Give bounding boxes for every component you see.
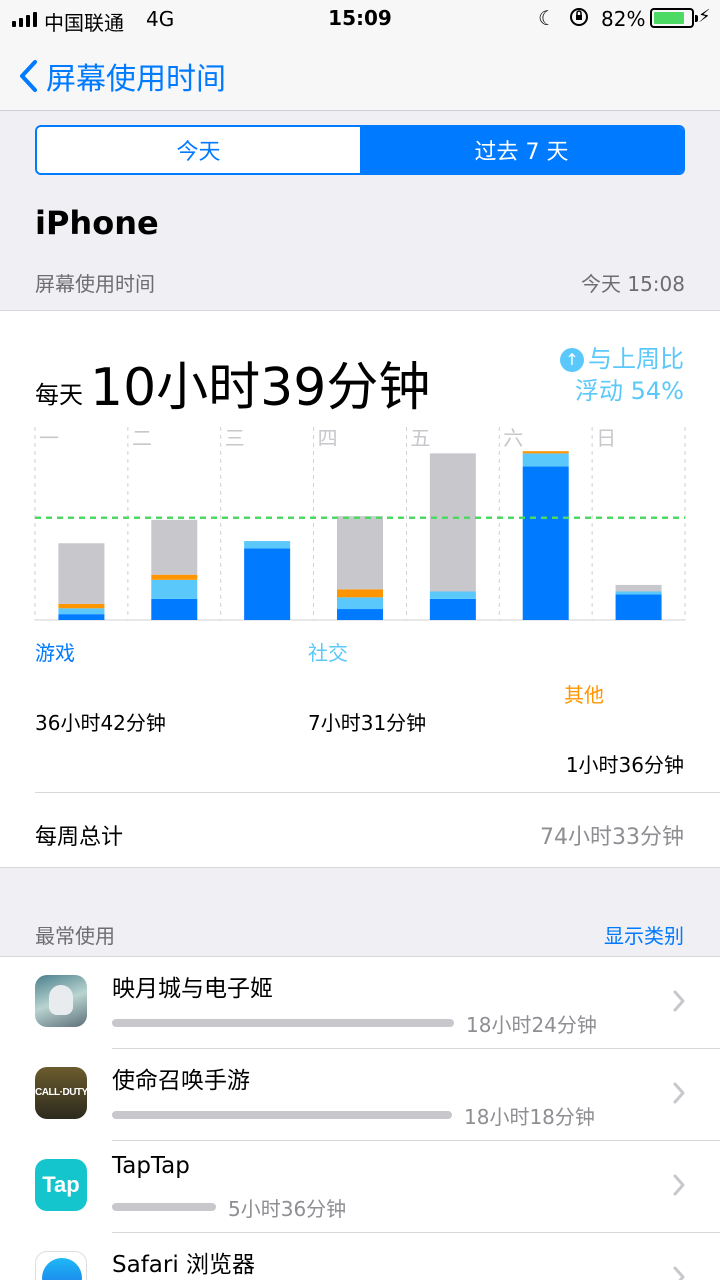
bar-segment	[337, 516, 383, 590]
bar-segment	[337, 609, 383, 620]
icon-label: CALL·DUTY	[35, 1087, 87, 1098]
chevron-right-icon	[673, 1174, 685, 1196]
weekly-total-label: 每周总计	[35, 825, 124, 850]
day-tick-label: 一	[39, 426, 59, 450]
app-row[interactable]: CALL·DUTY 使命召唤手游 18小时18分钟	[0, 1049, 720, 1141]
bar-segment	[615, 584, 662, 592]
back-label: 屏幕使用时间	[46, 62, 226, 97]
divider	[35, 792, 720, 793]
segment-last-7-days[interactable]: 过去 7 天	[360, 127, 683, 173]
most-used-header: 最常使用 显示类别	[0, 868, 720, 956]
chevron-right-icon	[673, 1266, 685, 1280]
bar-segment	[522, 453, 569, 467]
safari-icon	[35, 1251, 87, 1280]
show-categories-link[interactable]: 显示类别	[604, 920, 684, 949]
chevron-right-icon	[673, 990, 685, 1012]
usage-bar	[112, 1203, 216, 1211]
day-tick-label: 六	[503, 426, 523, 450]
bar-segment	[337, 589, 383, 598]
chevron-left-icon	[20, 60, 37, 92]
moon-icon: ☾	[538, 6, 556, 30]
navigation-bar: 屏幕使用时间	[0, 38, 720, 111]
back-button[interactable]: 屏幕使用时间	[18, 54, 226, 98]
bar-segment	[151, 579, 198, 599]
app-row[interactable]: 映月城与电子姬 18小时24分钟	[0, 957, 720, 1049]
usage-bar	[112, 1019, 454, 1027]
chevron-right-icon	[673, 1082, 685, 1104]
app-name: 使命召唤手游	[112, 1068, 250, 1094]
legend-other-value: 1小时36分钟	[565, 753, 684, 777]
app-time: 5小时36分钟	[228, 1197, 347, 1221]
bar-segment	[151, 519, 198, 575]
bar-segment	[151, 598, 198, 620]
anime-game-icon	[35, 975, 87, 1027]
app-row[interactable]: Safari 浏览器	[0, 1233, 720, 1280]
app-name: TapTap	[112, 1153, 190, 1179]
bar-segment	[522, 451, 569, 454]
bar-segment	[58, 608, 105, 615]
legend-games: 游戏	[35, 641, 75, 665]
bar-segment	[58, 603, 105, 609]
day-tick-label: 日	[596, 426, 616, 450]
bar-segment	[522, 466, 569, 620]
day-tick-label: 三	[225, 426, 245, 450]
app-name: 映月城与电子姬	[112, 976, 273, 1002]
bar-segment	[337, 597, 383, 610]
updated-time: 今天 15:08	[581, 272, 685, 296]
weekly-usage-chart: 一二三四五六日	[34, 426, 686, 621]
weekly-total-value: 74小时33分钟	[540, 825, 684, 850]
day-tick-label: 二	[132, 426, 152, 450]
segment-today[interactable]: 今天	[37, 127, 360, 173]
app-list: 映月城与电子姬 18小时24分钟 CALL·DUTY 使命召唤手游 18小时18…	[0, 956, 720, 1280]
header-area: 今天 过去 7 天 iPhone 屏幕使用时间 今天 15:08	[0, 112, 720, 310]
usage-card: 每天 10小时39分钟 ↑ 与上周比 浮动 54% 一二三四五六日 游戏 社交 其…	[0, 310, 720, 868]
taptap-icon: Tap	[35, 1159, 87, 1211]
status-bar: 中国联通 4G 15:09 ☾ 82% ⚡	[0, 0, 720, 38]
legend-other: 其他	[564, 683, 604, 707]
battery-icon	[650, 8, 698, 28]
orientation-lock-icon	[568, 6, 590, 33]
bar-segment	[429, 598, 476, 620]
section-label: 屏幕使用时间	[35, 272, 155, 296]
app-row[interactable]: Tap TapTap 5小时36分钟	[0, 1141, 720, 1233]
bar-segment	[151, 574, 198, 580]
usage-bar	[112, 1111, 452, 1119]
day-tick-label: 四	[318, 426, 338, 450]
bar-segment	[429, 453, 476, 592]
legend-social: 社交	[308, 641, 348, 665]
bar-segment	[615, 594, 662, 620]
call-of-duty-icon: CALL·DUTY	[35, 1067, 87, 1119]
day-tick-label: 五	[410, 426, 430, 450]
app-name: Safari 浏览器	[112, 1252, 256, 1278]
charging-icon: ⚡	[698, 6, 711, 27]
legend-games-value: 36小时42分钟	[35, 711, 166, 735]
legend-social-value: 7小时31分钟	[308, 711, 427, 735]
app-time: 18小时24分钟	[466, 1013, 597, 1037]
bar-segment	[429, 591, 476, 599]
battery-percentage: 82%	[601, 7, 646, 31]
bar-segment	[244, 548, 291, 620]
period-segmented-control: 今天 过去 7 天	[35, 125, 685, 175]
device-title: iPhone	[35, 204, 159, 242]
bar-segment	[58, 543, 105, 604]
most-used-title: 最常使用	[35, 924, 115, 948]
app-time: 18小时18分钟	[464, 1105, 595, 1129]
bar-segment	[244, 541, 291, 549]
bar-segment	[615, 591, 662, 595]
bar-segment	[58, 614, 105, 620]
